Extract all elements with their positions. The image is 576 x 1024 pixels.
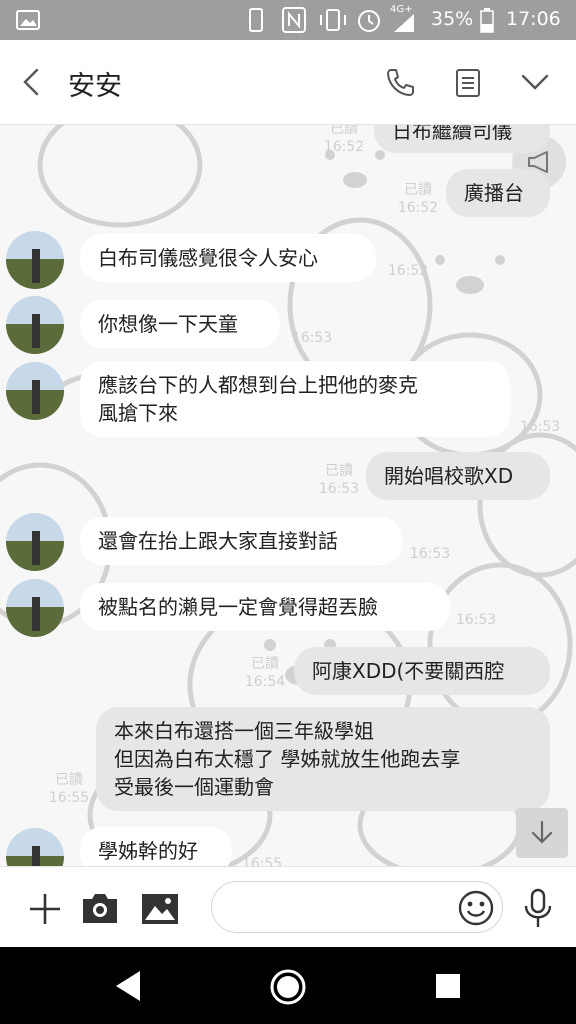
chat-title: 安安	[68, 71, 122, 102]
back-arrow-icon[interactable]	[20, 67, 42, 97]
message-time: 16:53	[291, 330, 333, 346]
smiley-icon[interactable]	[457, 889, 495, 927]
message-time: 16:53	[519, 419, 561, 435]
message-bubble-sent[interactable]: 開始唱校歌XD	[366, 452, 550, 500]
message-meta: 已讀 16:52	[318, 125, 370, 156]
message-time: 16:53	[455, 612, 497, 628]
status-bar: 4G+ 35% 17:06	[0, 0, 576, 40]
microphone-icon[interactable]	[522, 887, 554, 929]
system-navigation-bar	[0, 947, 576, 1024]
read-receipt: 已讀	[325, 463, 353, 479]
chat-header: 安安	[0, 40, 576, 125]
message-bubble-sent[interactable]: 廣播台	[446, 169, 550, 217]
nav-back-icon[interactable]	[112, 969, 144, 1003]
plus-icon[interactable]	[27, 891, 63, 927]
vibrate-icon	[320, 9, 346, 31]
signal-icon	[394, 14, 414, 32]
message-bubble-received[interactable]: 學姊幹的好	[80, 827, 232, 866]
camera-icon[interactable]	[81, 891, 119, 925]
message-bubble-sent[interactable]: 本來白布還搭一個三年級學姐 但因為白布太穩了 學姊就放生他跑去享 受最後一個運動…	[96, 707, 550, 811]
message-time: 16:52	[387, 263, 429, 279]
avatar[interactable]	[6, 231, 64, 289]
message-meta: 已讀 16:55	[44, 771, 94, 807]
battery-percent: 35%	[431, 8, 474, 30]
clock: 17:06	[506, 8, 561, 30]
message-time: 16:54	[244, 674, 286, 690]
message-time: 16:53	[409, 546, 451, 562]
battery-icon	[480, 8, 494, 33]
message-meta: 已讀 16:52	[394, 181, 442, 217]
vibrate-phone-icon	[249, 8, 263, 32]
message-time: 16:53	[318, 481, 360, 497]
message-meta: 已讀 16:53	[314, 462, 364, 498]
message-bubble-received[interactable]: 應該台下的人都想到台上把他的麥克 風搶下來	[80, 361, 510, 437]
phone-icon[interactable]	[385, 67, 415, 97]
message-input-bar	[0, 866, 576, 948]
message-meta: 已讀 16:54	[240, 655, 290, 691]
message-time: 16:52	[397, 200, 439, 216]
message-bubble-received[interactable]: 白布司儀感覺很令人安心	[80, 234, 376, 282]
scroll-to-bottom-button[interactable]	[516, 808, 568, 858]
nav-home-icon[interactable]	[268, 967, 308, 1007]
avatar[interactable]	[6, 362, 64, 420]
message-bubble-received[interactable]: 被點名的瀨見一定會覺得超丟臉	[80, 583, 450, 631]
message-time: 16:55	[241, 856, 283, 866]
chevron-down-icon[interactable]	[520, 73, 550, 91]
message-bubble-received[interactable]: 還會在抬上跟大家直接對話	[80, 517, 402, 565]
nfc-icon	[282, 7, 306, 33]
read-receipt: 已讀	[251, 656, 279, 672]
notes-icon[interactable]	[455, 68, 481, 98]
message-bubble-sent[interactable]: 日布繼續司儀	[374, 125, 550, 153]
avatar[interactable]	[6, 296, 64, 354]
alarm-icon	[358, 10, 380, 32]
read-receipt: 已讀	[404, 182, 432, 198]
nav-recents-icon[interactable]	[434, 972, 462, 1000]
arrow-down-icon	[531, 820, 553, 844]
message-time: 16:52	[323, 139, 365, 155]
image-icon[interactable]	[141, 893, 179, 925]
avatar[interactable]	[6, 579, 64, 637]
message-time: 16:55	[48, 790, 90, 806]
read-receipt: 已讀	[55, 772, 83, 788]
read-receipt: 已讀	[330, 125, 358, 137]
avatar[interactable]	[6, 513, 64, 571]
message-bubble-sent[interactable]: 阿康XDD(不要關西腔	[294, 647, 550, 695]
gallery-notification-icon	[16, 10, 40, 30]
message-bubble-received[interactable]: 你想像一下天童	[80, 300, 280, 348]
chat-area[interactable]: 日布繼續司儀 已讀 16:52 廣播台 已讀 16:52 白布司儀感覺很令人安心…	[0, 125, 576, 866]
